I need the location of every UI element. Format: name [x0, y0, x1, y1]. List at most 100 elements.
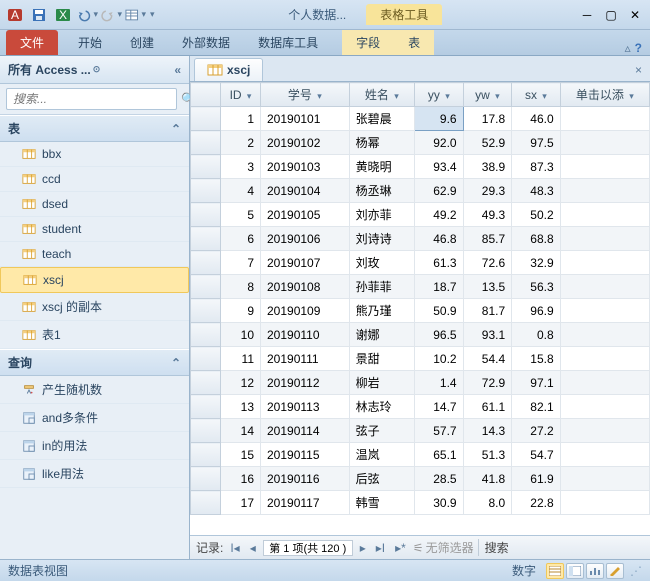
column-dropdown-icon[interactable]: ▾ — [495, 91, 500, 101]
tab-字段[interactable]: 字段 — [342, 30, 394, 55]
nav-collapse-icon[interactable]: « — [174, 63, 181, 77]
grid-cell[interactable] — [560, 155, 649, 179]
grid-cell[interactable] — [560, 347, 649, 371]
view-pivot-button[interactable] — [566, 563, 584, 579]
grid-cell[interactable]: 5 — [221, 203, 261, 227]
row-selector[interactable] — [191, 491, 221, 515]
grid-cell[interactable] — [560, 227, 649, 251]
column-header[interactable]: yw ▾ — [463, 83, 512, 107]
grid-cell[interactable]: 20190107 — [261, 251, 350, 275]
grid-cell[interactable] — [560, 323, 649, 347]
nav-search-input[interactable] — [6, 88, 177, 110]
undo-icon[interactable]: ▾ — [76, 4, 98, 26]
row-selector[interactable] — [191, 155, 221, 179]
column-header[interactable]: 姓名 ▾ — [349, 83, 414, 107]
grid-cell[interactable]: 56.3 — [512, 275, 561, 299]
grid-cell[interactable]: 10 — [221, 323, 261, 347]
nav-item-bbx[interactable]: bbx — [0, 142, 189, 167]
maximize-icon[interactable]: ▢ — [600, 4, 622, 26]
grid-cell[interactable]: 谢娜 — [349, 323, 414, 347]
grid-cell[interactable]: 弦子 — [349, 419, 414, 443]
grid-cell[interactable]: 20190111 — [261, 347, 350, 371]
grid-cell[interactable] — [560, 179, 649, 203]
column-header[interactable]: ID ▾ — [221, 83, 261, 107]
file-tab[interactable]: 文件 — [6, 30, 58, 55]
row-selector[interactable] — [191, 107, 221, 131]
grid-cell[interactable]: 18.7 — [415, 275, 464, 299]
recnav-last-icon[interactable]: ▸I — [373, 541, 388, 555]
close-icon[interactable]: ✕ — [624, 4, 646, 26]
nav-item-ccd[interactable]: ccd — [0, 167, 189, 192]
row-selector[interactable] — [191, 443, 221, 467]
row-selector[interactable] — [191, 299, 221, 323]
grid-cell[interactable]: 20190102 — [261, 131, 350, 155]
grid-cell[interactable]: 72.6 — [463, 251, 512, 275]
nav-item-xscj 的副本[interactable]: xscj 的副本 — [0, 293, 189, 321]
tab-外部数据[interactable]: 外部数据 — [168, 30, 244, 55]
nav-item-like用法[interactable]: like用法 — [0, 460, 189, 488]
grid-cell[interactable] — [560, 443, 649, 467]
row-selector[interactable] — [191, 347, 221, 371]
grid-cell[interactable]: 柳岩 — [349, 371, 414, 395]
data-grid[interactable]: ID ▾学号 ▾姓名 ▾yy ▾yw ▾sx ▾单击以添 ▾ 120190101… — [190, 82, 650, 515]
grid-cell[interactable]: 后弦 — [349, 467, 414, 491]
column-dropdown-icon[interactable]: ▾ — [247, 91, 252, 101]
grid-cell[interactable]: 9 — [221, 299, 261, 323]
nav-dropdown-icon[interactable]: ⊙ — [93, 64, 101, 75]
grid-cell[interactable] — [560, 203, 649, 227]
grid-cell[interactable]: 93.1 — [463, 323, 512, 347]
grid-cell[interactable]: 2 — [221, 131, 261, 155]
grid-cell[interactable]: 96.5 — [415, 323, 464, 347]
grid-cell[interactable] — [560, 251, 649, 275]
ribbon-minimize-icon[interactable]: ▵ — [625, 41, 631, 55]
recnav-position-input[interactable] — [263, 540, 353, 556]
grid-cell[interactable] — [560, 371, 649, 395]
grid-cell[interactable]: 81.7 — [463, 299, 512, 323]
grid-cell[interactable] — [560, 131, 649, 155]
view-datasheet-button[interactable] — [546, 563, 564, 579]
resize-grip-icon[interactable]: ⋰ — [630, 564, 642, 578]
grid-cell[interactable]: 8 — [221, 275, 261, 299]
column-header[interactable]: 学号 ▾ — [261, 83, 350, 107]
grid-cell[interactable]: 韩雪 — [349, 491, 414, 515]
grid-cell[interactable]: 9.6 — [415, 107, 464, 131]
nav-item-teach[interactable]: teach — [0, 242, 189, 267]
grid-cell[interactable]: 17.8 — [463, 107, 512, 131]
grid-cell[interactable]: 72.9 — [463, 371, 512, 395]
grid-cell[interactable]: 20190115 — [261, 443, 350, 467]
grid-cell[interactable]: 48.3 — [512, 179, 561, 203]
grid-cell[interactable]: 28.5 — [415, 467, 464, 491]
recnav-search-label[interactable]: 搜索 — [478, 539, 509, 556]
grid-cell[interactable]: 20190105 — [261, 203, 350, 227]
column-dropdown-icon[interactable]: ▾ — [317, 91, 322, 101]
grid-cell[interactable]: 20190116 — [261, 467, 350, 491]
grid-cell[interactable]: 20190109 — [261, 299, 350, 323]
view-chart-button[interactable] — [586, 563, 604, 579]
redo-icon[interactable]: ▾ — [100, 4, 122, 26]
grid-cell[interactable]: 1.4 — [415, 371, 464, 395]
grid-cell[interactable]: 杨丞琳 — [349, 179, 414, 203]
recnav-new-icon[interactable]: ▸* — [392, 541, 409, 555]
column-dropdown-icon[interactable]: ▾ — [394, 91, 399, 101]
grid-cell[interactable]: 61.9 — [512, 467, 561, 491]
grid-cell[interactable]: 51.3 — [463, 443, 512, 467]
grid-cell[interactable]: 96.9 — [512, 299, 561, 323]
nav-item-表1[interactable]: 表1 — [0, 321, 189, 349]
nav-item-in的用法[interactable]: in的用法 — [0, 432, 189, 460]
grid-cell[interactable]: 14.7 — [415, 395, 464, 419]
minimize-icon[interactable]: ─ — [576, 4, 598, 26]
tab-创建[interactable]: 创建 — [116, 30, 168, 55]
grid-cell[interactable]: 46.0 — [512, 107, 561, 131]
grid-cell[interactable] — [560, 395, 649, 419]
grid-cell[interactable]: 张碧晨 — [349, 107, 414, 131]
row-selector[interactable] — [191, 371, 221, 395]
nav-item-产生随机数[interactable]: 产生随机数 — [0, 376, 189, 404]
column-dropdown-icon[interactable]: ▾ — [542, 91, 547, 101]
grid-cell[interactable]: 49.3 — [463, 203, 512, 227]
grid-cell[interactable]: 8.0 — [463, 491, 512, 515]
grid-cell[interactable]: 12 — [221, 371, 261, 395]
tab-数据库工具[interactable]: 数据库工具 — [244, 30, 332, 55]
grid-cell[interactable]: 20190110 — [261, 323, 350, 347]
grid-cell[interactable] — [560, 275, 649, 299]
grid-cell[interactable]: 27.2 — [512, 419, 561, 443]
